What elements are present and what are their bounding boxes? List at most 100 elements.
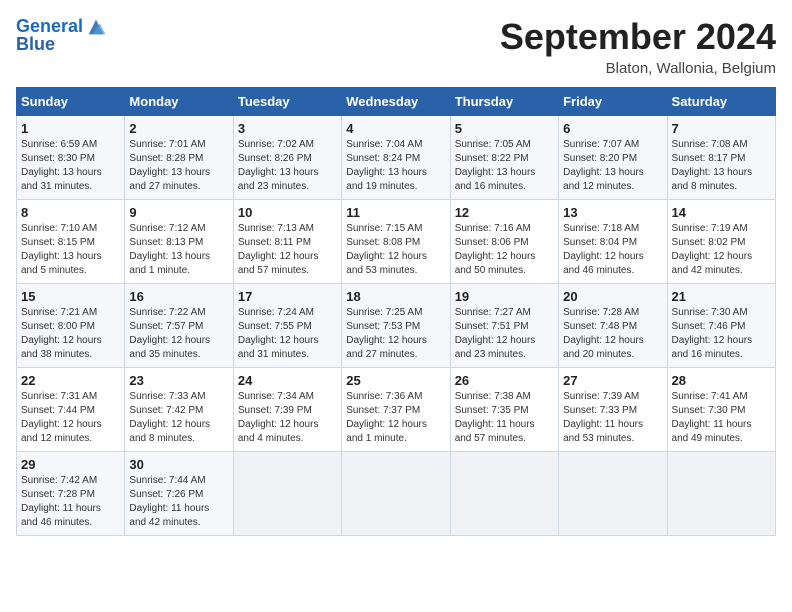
day-cell — [342, 452, 450, 536]
calendar-table: SundayMondayTuesdayWednesdayThursdayFrid… — [16, 87, 776, 536]
day-info: Sunrise: 7:16 AM Sunset: 8:06 PM Dayligh… — [455, 222, 554, 278]
day-info: Sunrise: 7:01 AM Sunset: 8:28 PM Dayligh… — [129, 138, 228, 194]
day-info: Sunrise: 7:27 AM Sunset: 7:51 PM Dayligh… — [455, 306, 554, 362]
calendar-header-row: SundayMondayTuesdayWednesdayThursdayFrid… — [17, 88, 776, 116]
day-info: Sunrise: 7:36 AM Sunset: 7:37 PM Dayligh… — [346, 390, 445, 446]
day-info: Sunrise: 7:30 AM Sunset: 7:46 PM Dayligh… — [672, 306, 771, 362]
header: General Blue September 2024 Blaton, Wall… — [16, 16, 776, 77]
day-number: 24 — [238, 373, 337, 388]
day-info: Sunrise: 7:24 AM Sunset: 7:55 PM Dayligh… — [238, 306, 337, 362]
day-number: 19 — [455, 289, 554, 304]
day-number: 14 — [672, 205, 771, 220]
day-info: Sunrise: 7:41 AM Sunset: 7:30 PM Dayligh… — [672, 390, 771, 446]
page-container: General Blue September 2024 Blaton, Wall… — [0, 0, 792, 544]
day-cell: 20Sunrise: 7:28 AM Sunset: 7:48 PM Dayli… — [559, 284, 667, 368]
day-cell: 24 Sunrise: 7:34 AM Sunset: 7:39 PM Dayli… — [233, 368, 341, 452]
day-cell: 28 Sunrise: 7:41 AM Sunset: 7:30 PM Dayli… — [667, 368, 775, 452]
header-tuesday: Tuesday — [233, 88, 341, 116]
day-cell — [559, 452, 667, 536]
day-info: Sunrise: 7:28 AM Sunset: 7:48 PM Dayligh… — [563, 306, 662, 362]
day-cell: 13 Sunrise: 7:18 AM Sunset: 8:04 PM Dayli… — [559, 200, 667, 284]
header-friday: Friday — [559, 88, 667, 116]
day-number: 11 — [346, 205, 445, 220]
day-info: Sunrise: 7:19 AM Sunset: 8:02 PM Dayligh… — [672, 222, 771, 278]
day-info: Sunrise: 7:31 AM Sunset: 7:44 PM Dayligh… — [21, 390, 120, 446]
day-info: Sunrise: 7:42 AM Sunset: 7:28 PM Dayligh… — [21, 474, 120, 530]
day-cell: 25 Sunrise: 7:36 AM Sunset: 7:37 PM Dayli… — [342, 368, 450, 452]
day-cell: 12Sunrise: 7:16 AM Sunset: 8:06 PM Dayli… — [450, 200, 558, 284]
day-number: 17 — [238, 289, 337, 304]
day-number: 7 — [672, 121, 771, 136]
day-cell: 11Sunrise: 7:15 AM Sunset: 8:08 PM Dayli… — [342, 200, 450, 284]
day-number: 13 — [563, 205, 662, 220]
day-info: Sunrise: 7:07 AM Sunset: 8:20 PM Dayligh… — [563, 138, 662, 194]
day-info: Sunrise: 7:38 AM Sunset: 7:35 PM Dayligh… — [455, 390, 554, 446]
day-number: 1 — [21, 121, 120, 136]
day-number: 18 — [346, 289, 445, 304]
day-number: 4 — [346, 121, 445, 136]
day-info: Sunrise: 6:59 AM Sunset: 8:30 PM Dayligh… — [21, 138, 120, 194]
month-title: September 2024 — [500, 16, 776, 58]
week-row-5: 29Sunrise: 7:42 AM Sunset: 7:28 PM Dayli… — [17, 452, 776, 536]
day-cell: 17 Sunrise: 7:24 AM Sunset: 7:55 PM Dayli… — [233, 284, 341, 368]
day-number: 23 — [129, 373, 228, 388]
day-number: 9 — [129, 205, 228, 220]
day-info: Sunrise: 7:21 AM Sunset: 8:00 PM Dayligh… — [21, 306, 120, 362]
week-row-2: 8 Sunrise: 7:10 AM Sunset: 8:15 PM Daylig… — [17, 200, 776, 284]
day-cell: 26 Sunrise: 7:38 AM Sunset: 7:35 PM Dayli… — [450, 368, 558, 452]
day-cell: 27Sunrise: 7:39 AM Sunset: 7:33 PM Dayli… — [559, 368, 667, 452]
day-number: 26 — [455, 373, 554, 388]
day-cell: 18Sunrise: 7:25 AM Sunset: 7:53 PM Dayli… — [342, 284, 450, 368]
day-number: 21 — [672, 289, 771, 304]
day-cell: 6Sunrise: 7:07 AM Sunset: 8:20 PM Daylig… — [559, 116, 667, 200]
week-row-4: 22 Sunrise: 7:31 AM Sunset: 7:44 PM Dayli… — [17, 368, 776, 452]
day-cell: 2Sunrise: 7:01 AM Sunset: 8:28 PM Daylig… — [125, 116, 233, 200]
day-number: 8 — [21, 205, 120, 220]
day-cell: 16Sunrise: 7:22 AM Sunset: 7:57 PM Dayli… — [125, 284, 233, 368]
header-sunday: Sunday — [17, 88, 125, 116]
day-info: Sunrise: 7:34 AM Sunset: 7:39 PM Dayligh… — [238, 390, 337, 446]
day-cell: 8 Sunrise: 7:10 AM Sunset: 8:15 PM Daylig… — [17, 200, 125, 284]
day-info: Sunrise: 7:44 AM Sunset: 7:26 PM Dayligh… — [129, 474, 228, 530]
day-cell: 4 Sunrise: 7:04 AM Sunset: 8:24 PM Daylig… — [342, 116, 450, 200]
day-cell: 22 Sunrise: 7:31 AM Sunset: 7:44 PM Dayli… — [17, 368, 125, 452]
day-number: 15 — [21, 289, 120, 304]
day-cell: 29Sunrise: 7:42 AM Sunset: 7:28 PM Dayli… — [17, 452, 125, 536]
header-wednesday: Wednesday — [342, 88, 450, 116]
day-cell: 21 Sunrise: 7:30 AM Sunset: 7:46 PM Dayli… — [667, 284, 775, 368]
day-info: Sunrise: 7:10 AM Sunset: 8:15 PM Dayligh… — [21, 222, 120, 278]
day-cell: 23 Sunrise: 7:33 AM Sunset: 7:42 PM Dayli… — [125, 368, 233, 452]
day-info: Sunrise: 7:18 AM Sunset: 8:04 PM Dayligh… — [563, 222, 662, 278]
day-cell: 7Sunrise: 7:08 AM Sunset: 8:17 PM Daylig… — [667, 116, 775, 200]
header-thursday: Thursday — [450, 88, 558, 116]
day-cell: 14 Sunrise: 7:19 AM Sunset: 8:02 PM Dayli… — [667, 200, 775, 284]
header-saturday: Saturday — [667, 88, 775, 116]
day-cell — [450, 452, 558, 536]
day-cell: 10Sunrise: 7:13 AM Sunset: 8:11 PM Dayli… — [233, 200, 341, 284]
day-number: 22 — [21, 373, 120, 388]
day-number: 5 — [455, 121, 554, 136]
day-info: Sunrise: 7:04 AM Sunset: 8:24 PM Dayligh… — [346, 138, 445, 194]
day-info: Sunrise: 7:33 AM Sunset: 7:42 PM Dayligh… — [129, 390, 228, 446]
day-number: 25 — [346, 373, 445, 388]
logo-icon — [85, 16, 107, 38]
header-monday: Monday — [125, 88, 233, 116]
week-row-1: 1 Sunrise: 6:59 AM Sunset: 8:30 PM Daylig… — [17, 116, 776, 200]
day-number: 28 — [672, 373, 771, 388]
day-info: Sunrise: 7:12 AM Sunset: 8:13 PM Dayligh… — [129, 222, 228, 278]
day-cell: 9 Sunrise: 7:12 AM Sunset: 8:13 PM Daylig… — [125, 200, 233, 284]
day-cell — [667, 452, 775, 536]
day-info: Sunrise: 7:05 AM Sunset: 8:22 PM Dayligh… — [455, 138, 554, 194]
week-row-3: 15 Sunrise: 7:21 AM Sunset: 8:00 PM Dayli… — [17, 284, 776, 368]
day-cell: 30Sunrise: 7:44 AM Sunset: 7:26 PM Dayli… — [125, 452, 233, 536]
day-info: Sunrise: 7:13 AM Sunset: 8:11 PM Dayligh… — [238, 222, 337, 278]
day-cell — [233, 452, 341, 536]
day-cell: 19 Sunrise: 7:27 AM Sunset: 7:51 PM Dayli… — [450, 284, 558, 368]
day-cell: 15 Sunrise: 7:21 AM Sunset: 8:00 PM Dayli… — [17, 284, 125, 368]
day-info: Sunrise: 7:22 AM Sunset: 7:57 PM Dayligh… — [129, 306, 228, 362]
day-number: 27 — [563, 373, 662, 388]
title-block: September 2024 Blaton, Wallonia, Belgium — [500, 16, 776, 77]
day-cell: 5 Sunrise: 7:05 AM Sunset: 8:22 PM Daylig… — [450, 116, 558, 200]
day-info: Sunrise: 7:02 AM Sunset: 8:26 PM Dayligh… — [238, 138, 337, 194]
logo: General Blue — [16, 16, 107, 55]
